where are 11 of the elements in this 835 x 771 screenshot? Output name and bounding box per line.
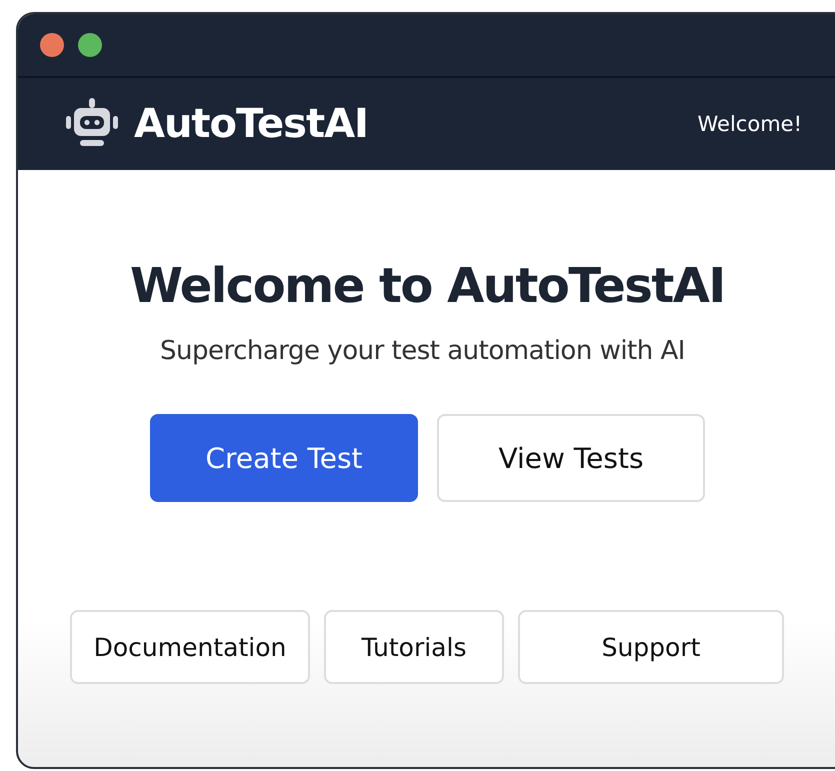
link-button[interactable]: Documentation xyxy=(70,610,310,684)
greeting-text: Welcome! xyxy=(698,112,802,136)
window-control-dot[interactable] xyxy=(40,33,64,57)
window-control-dot[interactable] xyxy=(78,33,102,57)
link-button[interactable]: Support xyxy=(518,610,784,684)
action-button[interactable]: Create Test xyxy=(150,414,418,502)
link-button[interactable]: Tutorials xyxy=(324,610,504,684)
action-button[interactable]: View Tests xyxy=(437,414,705,502)
hero-subtitle: Supercharge your test automation with AI xyxy=(159,336,686,366)
app-name: AutoTestAI xyxy=(134,101,368,147)
hero-title: Welcome to AutoTestAI xyxy=(129,258,726,314)
